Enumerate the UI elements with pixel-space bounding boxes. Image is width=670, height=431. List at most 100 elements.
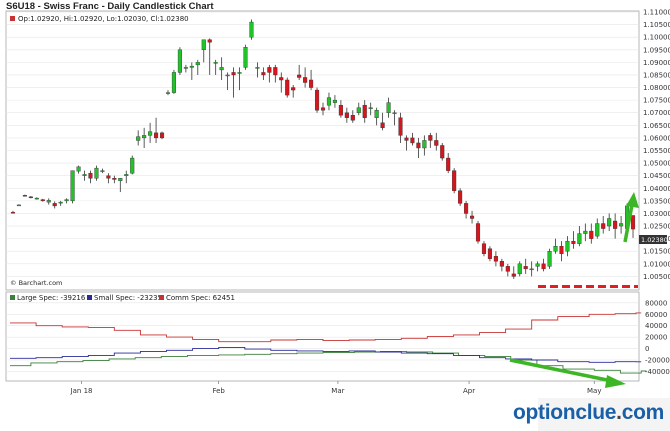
candle-body-up [94, 167, 99, 179]
candle-body-up [219, 67, 224, 71]
x-tick-label: Feb [212, 387, 225, 395]
candle-body-down [231, 72, 236, 76]
candle-body-down [571, 240, 576, 244]
candle-body-down [297, 74, 302, 78]
candle-body-up [58, 201, 63, 204]
candle-body-up [237, 72, 242, 74]
price-tick-label: 1.09000 [643, 59, 670, 67]
candle-body-down [88, 172, 93, 179]
candle-body-up [16, 204, 21, 207]
price-tick-label: 1.02500 [643, 223, 670, 231]
candle-body-down [303, 77, 308, 83]
candle [159, 131, 165, 140]
candle-body-down [416, 142, 421, 149]
candle-body-up [547, 251, 552, 267]
candle [171, 69, 177, 94]
candle-body-up [619, 223, 624, 227]
price-tick-label: 1.07500 [643, 97, 670, 105]
candle [452, 168, 457, 194]
candle-body-down [380, 122, 385, 129]
candle-body-up [171, 72, 177, 93]
candle-body-up [136, 136, 141, 141]
cot-tick-label: 40000 [645, 322, 667, 330]
candle-body-down [279, 77, 284, 81]
candle-body-up [34, 197, 39, 200]
candle-body-up [535, 263, 540, 267]
candle-body-up [565, 240, 570, 252]
candle-body-up [82, 174, 87, 176]
price-tick-label: 1.11000 [643, 9, 670, 17]
candle [314, 87, 320, 113]
price-tick-label: 1.01000 [643, 260, 670, 268]
candle-body-down [511, 273, 516, 277]
legend-small-spec: Small Spec: -23235 [94, 294, 162, 302]
ohlc-legend-swatch [10, 16, 15, 21]
candle-body-down [285, 79, 290, 96]
candle-body-down [446, 157, 451, 171]
candle-body-up [332, 99, 337, 103]
candle-body-down [475, 223, 481, 242]
candle-body-down [434, 140, 439, 146]
candle-body-down [22, 195, 27, 197]
x-tick-label: Apr [463, 387, 475, 395]
candle-body-down [112, 177, 117, 180]
candle-body-up [183, 67, 188, 69]
candle-body-down [630, 215, 636, 230]
candle-body-up [70, 170, 75, 202]
candle-body-up [165, 92, 171, 94]
candle-body-down [267, 67, 272, 73]
candle-body-down [469, 215, 475, 219]
candle-body-down [40, 199, 45, 202]
candle [458, 188, 463, 206]
candle-body-down [559, 245, 564, 254]
candle-body-down [320, 107, 326, 111]
candle-body-down [499, 261, 504, 267]
source-label: © Barchart.com [10, 279, 62, 287]
cot-tick-label: 80000 [645, 299, 667, 307]
x-tick-label: Mar [331, 387, 344, 395]
candle-body-down [601, 223, 606, 229]
candle-body-up [422, 140, 427, 149]
chart-svg: 1.005001.010001.015001.020001.025001.030… [5, 9, 670, 395]
candle-body-up [553, 245, 558, 252]
cot-tick-label: -20000 [645, 357, 670, 365]
candle-body-down [410, 137, 415, 144]
candle [177, 47, 182, 75]
price-tick-label: 1.06500 [643, 122, 670, 130]
candle-body-up [130, 157, 135, 174]
candle-body-down [10, 211, 16, 214]
candle-body-down [428, 135, 433, 141]
candle-body-up [326, 97, 332, 106]
candle-body-up [607, 218, 612, 227]
candle-body-down [344, 112, 349, 118]
candle-body-up [595, 223, 600, 237]
candle-body-up [189, 65, 194, 68]
candle-body-up [392, 112, 397, 114]
candle-body-up [374, 110, 379, 118]
candle-body-down [261, 72, 266, 76]
candle-body-down [613, 220, 618, 229]
price-tick-label: 1.08500 [643, 71, 670, 79]
price-tick-label: 1.04500 [643, 172, 670, 180]
cot-y-axis: -40000 -20000 0 20000 40000 60000 80000 [645, 299, 670, 376]
candle-body-down [398, 117, 403, 136]
candle-body-up [46, 200, 51, 203]
candle-body-down [404, 137, 409, 141]
candle-body-down [452, 170, 457, 191]
candle-body-down [493, 256, 498, 262]
price-tick-label: 1.06000 [643, 134, 670, 142]
candle-body-down [28, 196, 33, 199]
x-axis: Jan 18FebMarAprMayJun [70, 381, 602, 395]
candle-body-down [207, 39, 212, 43]
candle-body-down [589, 230, 594, 239]
candle-body-down [350, 115, 355, 121]
candle-body-up [76, 166, 81, 172]
price-tick-label: 1.03500 [643, 197, 670, 205]
candle-body-down [481, 243, 487, 254]
candle-body-up [124, 174, 129, 176]
candle-body-up [255, 67, 260, 69]
x-tick-label: Jan 18 [70, 387, 93, 395]
cot-tick-label: 0 [645, 345, 649, 353]
candle-body-down [52, 203, 57, 207]
price-tick-label: 1.03000 [643, 210, 670, 218]
